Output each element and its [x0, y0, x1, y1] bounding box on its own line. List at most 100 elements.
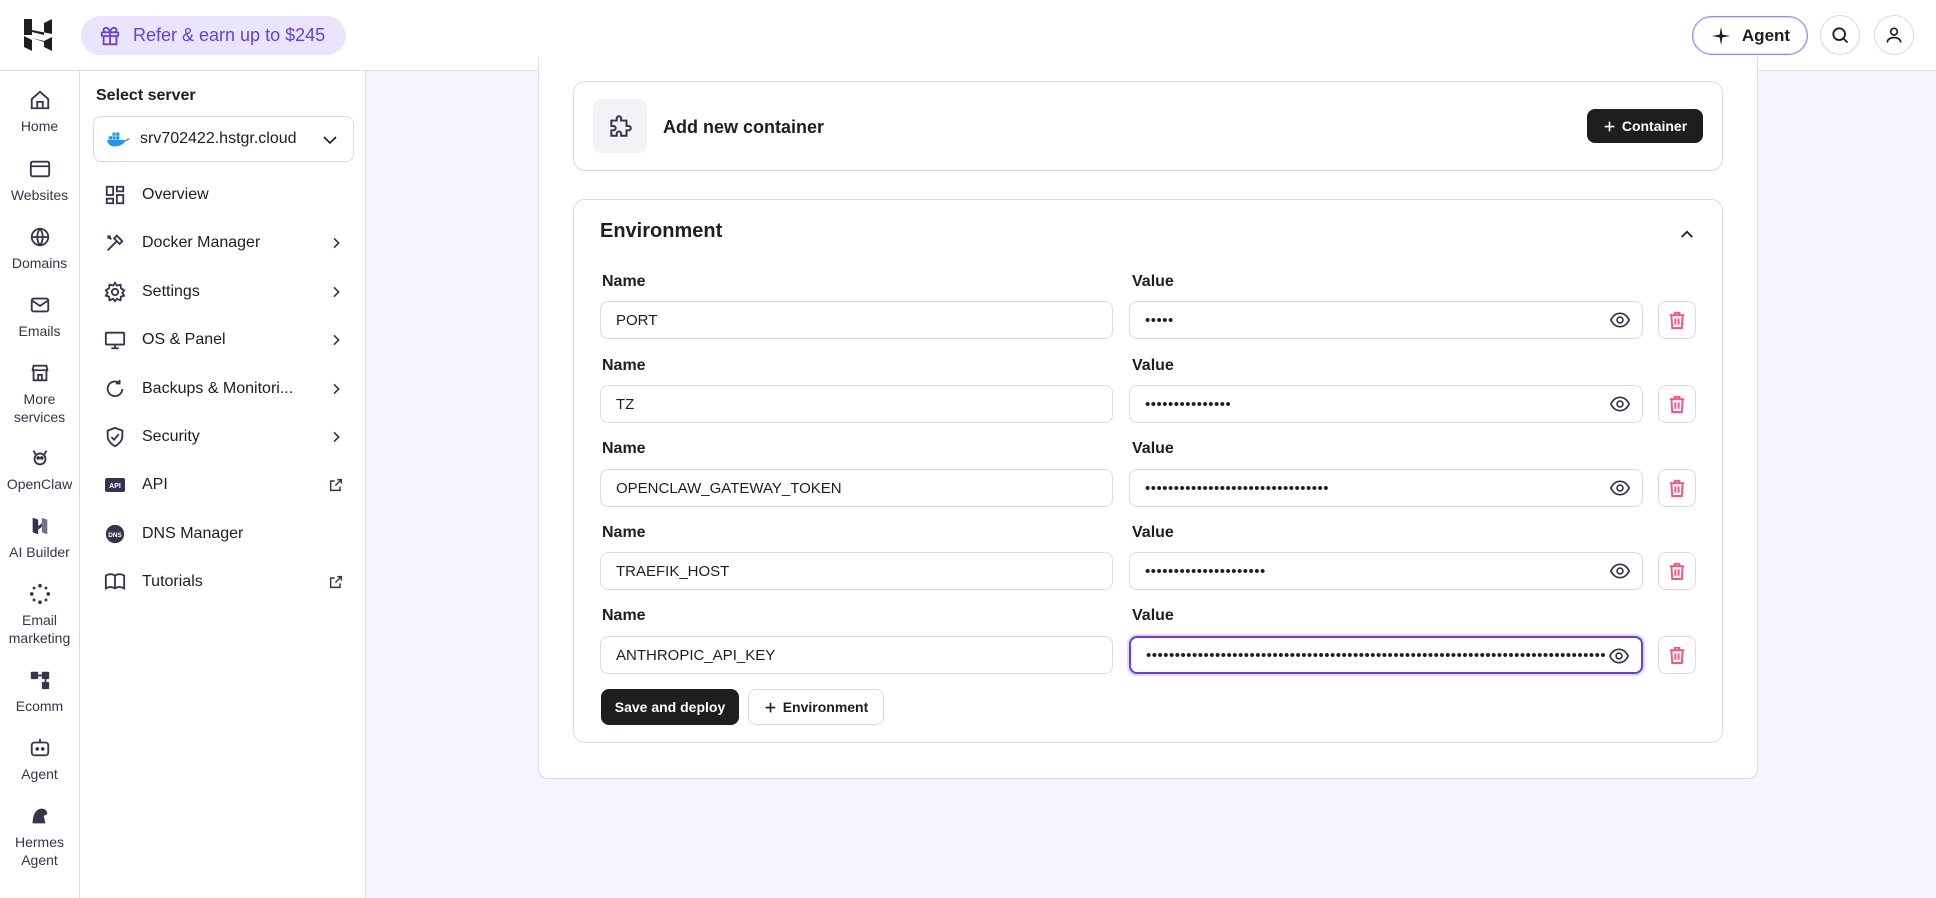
- agent-spark-icon: [1710, 25, 1732, 47]
- rail-item-hermes-agent[interactable]: Hermes Agent: [0, 805, 79, 869]
- delete-env-button[interactable]: [1658, 636, 1696, 674]
- env-name-input[interactable]: ANTHROPIC_API_KEY: [600, 636, 1113, 674]
- gift-icon: [99, 25, 121, 47]
- globe-icon: [30, 227, 49, 247]
- monitor-icon: [104, 329, 126, 351]
- rail-label: AI Builder: [9, 544, 70, 560]
- sidebar-item-overview[interactable]: Overview: [104, 180, 344, 210]
- docker-icon: [106, 130, 130, 148]
- rail-item-agent[interactable]: Agent: [0, 737, 79, 783]
- env-value-masked: •••••••••••••••••••••: [1145, 562, 1266, 580]
- chevron-down-icon: [321, 131, 339, 149]
- rail-item-websites[interactable]: Websites: [0, 158, 79, 204]
- server-name: srv702422.hstgr.cloud: [140, 130, 297, 147]
- mail-icon: [30, 297, 49, 313]
- env-name-input[interactable]: OPENCLAW_GATEWAY_TOKEN: [600, 469, 1113, 507]
- env-name-value: TRAEFIK_HOST: [616, 562, 730, 580]
- rail-item-emails[interactable]: Emails: [0, 294, 79, 340]
- puzzle-icon: [593, 99, 647, 153]
- env-name-label: Name: [602, 357, 646, 374]
- env-value-label: Value: [1132, 607, 1174, 624]
- env-value-input[interactable]: •••••••••••••••••••••: [1129, 552, 1643, 590]
- select-server-label: Select server: [96, 87, 196, 104]
- delete-env-button[interactable]: [1658, 552, 1696, 590]
- search-button[interactable]: [1820, 15, 1860, 55]
- add-container-button-label: Container: [1621, 118, 1688, 134]
- rail-label: Websites: [10, 187, 69, 203]
- eye-icon[interactable]: [1610, 396, 1630, 412]
- store-icon: [31, 364, 48, 382]
- agent-button[interactable]: Agent: [1692, 16, 1808, 55]
- rail-label: Agent: [21, 766, 58, 782]
- env-value-masked: ••••••••••••••••••••••••••••••••••••••••…: [1146, 646, 1606, 664]
- add-environment-button[interactable]: Environment: [748, 689, 884, 725]
- sidebar-item-api[interactable]: API API: [104, 470, 344, 500]
- sidebar-item-docker-manager[interactable]: Docker Manager: [104, 228, 344, 258]
- docker-manager-icon: [104, 232, 126, 254]
- rail-item-ecomm[interactable]: Ecomm: [0, 669, 79, 715]
- chevron-right-icon: [328, 429, 344, 445]
- delete-env-button[interactable]: [1658, 301, 1696, 339]
- add-container-button[interactable]: Container: [1587, 109, 1703, 143]
- api-icon: API: [104, 474, 126, 496]
- eye-icon[interactable]: [1609, 648, 1629, 664]
- sidebar-item-label: Overview: [142, 186, 209, 203]
- add-container-title: Add new container: [663, 117, 825, 137]
- account-button[interactable]: [1874, 15, 1914, 55]
- rail-item-ai-builder[interactable]: AI Builder: [0, 515, 79, 561]
- env-name-label: Name: [602, 440, 646, 457]
- backup-icon: [104, 378, 126, 400]
- env-value-input[interactable]: •••••••••••••••: [1129, 385, 1643, 423]
- hostinger-logo[interactable]: [22, 18, 56, 52]
- sidebar-item-label: Tutorials: [142, 573, 203, 590]
- sidebar-item-settings[interactable]: Settings: [104, 277, 344, 307]
- svg-text:API: API: [109, 483, 121, 490]
- ecomm-icon: [30, 671, 49, 690]
- trash-icon: [1669, 395, 1685, 413]
- rail-item-openclaw[interactable]: OpenClaw: [0, 447, 79, 493]
- eye-icon[interactable]: [1610, 312, 1630, 328]
- env-name-input[interactable]: TRAEFIK_HOST: [600, 552, 1113, 590]
- env-value-masked: •••••: [1145, 311, 1174, 329]
- env-value-input[interactable]: ••••••••••••••••••••••••••••••••: [1129, 469, 1643, 507]
- rail-item-more-services[interactable]: More services: [0, 362, 79, 426]
- server-sidebar: Select server srv702422.hstgr.cloud Over…: [80, 71, 366, 898]
- sidebar-item-label: DNS Manager: [142, 525, 244, 542]
- add-environment-label: Environment: [782, 699, 869, 715]
- sidebar-item-security[interactable]: Security: [104, 422, 344, 452]
- env-value-label: Value: [1132, 357, 1174, 374]
- env-name-input[interactable]: TZ: [600, 385, 1113, 423]
- plus-icon: [764, 701, 777, 714]
- gear-icon: [104, 281, 126, 303]
- rail-label: Domains: [11, 255, 68, 271]
- env-name-value: TZ: [616, 395, 635, 413]
- user-icon: [1884, 25, 1904, 45]
- rail-item-home[interactable]: Home: [0, 89, 79, 135]
- rail-label: More services: [13, 391, 66, 425]
- save-and-deploy-button[interactable]: Save and deploy: [601, 689, 739, 725]
- sidebar-item-backups-monitoring[interactable]: Backups & Monitori...: [104, 374, 344, 404]
- env-value-masked: ••••••••••••••••••••••••••••••••: [1145, 479, 1330, 497]
- server-select[interactable]: srv702422.hstgr.cloud: [93, 116, 354, 162]
- refer-earn-banner[interactable]: Refer & earn up to $245: [81, 16, 346, 55]
- sidebar-item-tutorials[interactable]: Tutorials: [104, 567, 344, 597]
- sidebar-item-label: Backups & Monitori...: [142, 380, 294, 397]
- delete-env-button[interactable]: [1658, 469, 1696, 507]
- delete-env-button[interactable]: [1658, 385, 1696, 423]
- env-value-label: Value: [1132, 273, 1174, 290]
- env-value-input[interactable]: ••••••••••••••••••••••••••••••••••••••••…: [1129, 636, 1643, 674]
- chevron-up-icon[interactable]: [1678, 225, 1696, 243]
- env-value-input[interactable]: •••••: [1129, 301, 1643, 339]
- hermes-icon: [32, 808, 47, 824]
- eye-icon[interactable]: [1610, 563, 1630, 579]
- rail-item-domains[interactable]: Domains: [0, 226, 79, 272]
- plus-icon: [1603, 120, 1616, 133]
- sidebar-item-dns-manager[interactable]: DNS DNS Manager: [104, 519, 344, 549]
- eye-icon[interactable]: [1610, 480, 1630, 496]
- env-name-input[interactable]: PORT: [600, 301, 1113, 339]
- env-value-masked: •••••••••••••••: [1145, 395, 1232, 413]
- sidebar-item-os-panel[interactable]: OS & Panel: [104, 325, 344, 355]
- rail-item-email-marketing[interactable]: Email marketing: [0, 583, 79, 647]
- dns-icon: DNS: [104, 523, 126, 545]
- sidebar-item-label: OS & Panel: [142, 331, 226, 348]
